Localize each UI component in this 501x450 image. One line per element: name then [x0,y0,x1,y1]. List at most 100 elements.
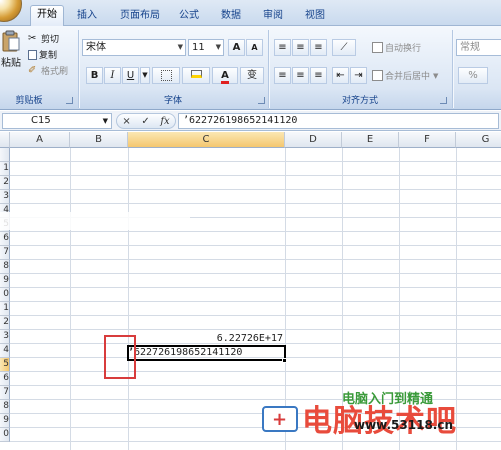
phonetic-button[interactable]: 变 [240,67,264,84]
tab-insert[interactable]: 插入 [70,7,104,26]
align-right-button[interactable]: ≡ [310,67,327,84]
enter-icon[interactable]: ✓ [141,116,149,127]
row-header[interactable]: 9 [0,414,10,428]
insert-function-icon[interactable]: fx [160,116,169,127]
row-header[interactable]: 8 [0,400,10,414]
clipboard-dialog-launcher[interactable] [66,97,73,104]
align-center-icon: ≡ [296,70,305,81]
paste-button[interactable]: 粘贴 [0,30,22,76]
cut-button[interactable]: ✂ 剪切 [28,32,59,45]
row-header[interactable]: 7 [0,386,10,400]
paste-icon [2,30,20,52]
row-header[interactable]: 3 [0,330,10,344]
alignment-group-label: 对齐方式 [341,96,378,106]
row-header[interactable]: 6 [0,232,10,246]
name-box[interactable]: C15 ▼ [2,113,112,129]
column-header-d[interactable]: D [285,132,342,148]
borders-button[interactable] [152,67,180,84]
row-header[interactable]: 1 [0,162,10,176]
watermark-band [0,212,190,230]
italic-button[interactable]: I [104,67,121,84]
column-header-c[interactable]: C [128,132,285,148]
row-header[interactable] [0,148,10,162]
row-header[interactable]: 8 [0,260,10,274]
wrap-text-icon [372,42,383,53]
align-right-icon: ≡ [314,70,323,81]
orientation-button[interactable]: ⟋ [332,39,356,56]
column-header-g[interactable]: G [456,132,501,148]
borders-icon [160,70,172,81]
office-button[interactable] [0,0,22,22]
cell-c14[interactable]: 6.22726E+17 [128,332,283,346]
shrink-font-button[interactable]: A [246,39,263,56]
fill-handle[interactable] [282,358,287,363]
chevron-down-icon: ▼ [177,43,183,51]
cancel-icon[interactable]: × [122,116,130,127]
tab-view[interactable]: 视图 [300,7,330,26]
row-header[interactable]: 3 [0,190,10,204]
chevron-down-icon: ▼ [215,43,221,51]
number-format-combo[interactable]: 常规 [456,39,501,56]
merge-center-button[interactable]: 合并后居中 ▼ [372,69,438,82]
column-header-f[interactable]: F [399,132,456,148]
watermark-url: www.53118.cn [354,418,454,432]
gridline [10,301,501,302]
formula-input[interactable]: ’622726198652141120 [178,113,499,129]
chevron-down-icon: ▼ [433,71,439,80]
formula-buttons: × ✓ fx [116,113,176,129]
column-header-e[interactable]: E [342,132,399,148]
font-dialog-launcher[interactable] [258,97,265,104]
gridline [10,203,501,204]
row-header[interactable]: 5 [0,358,10,372]
decrease-indent-button[interactable]: ⇤ [332,67,349,84]
select-all-corner[interactable] [0,132,10,148]
row-header[interactable]: 0 [0,428,10,442]
italic-glyph: I [110,70,115,81]
font-color-button[interactable]: A [212,67,238,84]
monitor-icon: + [262,406,298,432]
increase-indent-button[interactable]: ⇥ [350,67,367,84]
number-format-value: 常规 [460,42,480,53]
name-box-value: C15 [31,115,51,126]
align-left-button[interactable]: ≡ [274,67,291,84]
row-header[interactable]: 6 [0,372,10,386]
underline-button[interactable]: U [122,67,139,84]
underline-dropdown[interactable]: ▼ [140,67,150,84]
row-header[interactable]: 4 [0,344,10,358]
tab-data[interactable]: 数据 [216,7,246,26]
fill-color-button[interactable] [182,67,210,84]
tab-home[interactable]: 开始 [30,5,64,26]
tab-formulas[interactable]: 公式 [174,7,204,26]
wrap-text-label: 自动换行 [385,44,422,54]
accounting-format-button[interactable]: % [458,67,488,84]
row-header[interactable]: 0 [0,288,10,302]
tab-review[interactable]: 审阅 [258,7,288,26]
row-header[interactable]: 9 [0,274,10,288]
font-name-combo[interactable]: 宋体 ▼ [82,39,186,56]
wrap-text-button[interactable]: 自动换行 [372,41,421,54]
tab-page-layout[interactable]: 页面布局 [112,7,168,26]
bold-glyph: B [90,70,99,81]
row-header[interactable]: 2 [0,316,10,330]
scissors-icon: ✂ [28,33,37,44]
row-header[interactable]: 7 [0,246,10,260]
align-center-button[interactable]: ≡ [292,67,309,84]
align-top-button[interactable]: ≡ [274,39,291,56]
annotation-highlight-box [104,335,136,379]
phonetic-glyph: 变 [247,70,257,81]
align-middle-button[interactable]: ≡ [292,39,309,56]
column-header-a[interactable]: A [10,132,70,148]
bold-button[interactable]: B [86,67,103,84]
row-header[interactable]: 1 [0,302,10,316]
copy-button[interactable]: 复制 [28,48,57,61]
column-header-b[interactable]: B [70,132,128,148]
grow-font-button[interactable]: A [228,39,245,56]
group-separator [268,30,269,108]
shrink-font-glyph: A [251,43,258,52]
font-size-combo[interactable]: 11 ▼ [188,39,224,56]
merge-center-label: 合并后居中 [385,72,431,82]
format-painter-button[interactable]: ✐ 格式刷 [28,64,68,77]
align-bottom-button[interactable]: ≡ [310,39,327,56]
alignment-dialog-launcher[interactable] [440,97,447,104]
row-header[interactable]: 2 [0,176,10,190]
